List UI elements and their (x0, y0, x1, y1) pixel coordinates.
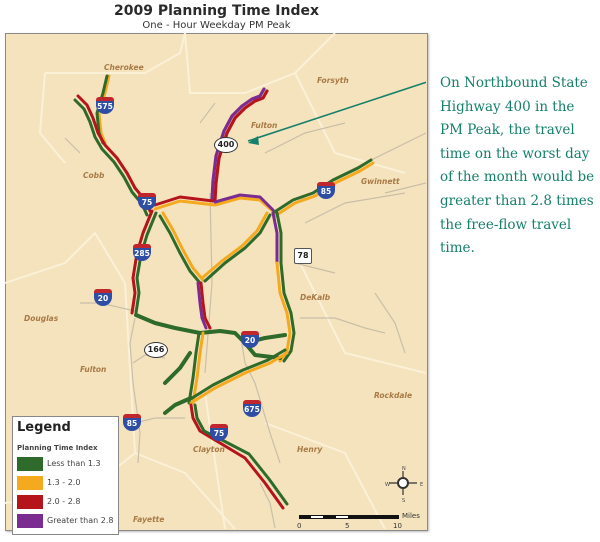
legend: Legend Planning Time Index Less than 1.3… (12, 416, 119, 535)
county-label: Cherokee (104, 63, 144, 72)
interstate-shield-icon: 575 (96, 97, 114, 114)
legend-label: Greater than 2.8 (47, 516, 114, 525)
scale-tick-label: 5 (345, 522, 350, 530)
compass-north: N (402, 466, 406, 472)
scale-bar (299, 515, 399, 519)
compass-west: W (385, 482, 390, 488)
map-title: 2009 Planning Time Index (114, 3, 319, 19)
callout-arrow (247, 81, 426, 145)
i75-henry-red (189, 403, 285, 510)
county-label: DeKalb (300, 293, 331, 302)
i285-east-purple (271, 211, 279, 265)
interstate-shield-icon: 75 (138, 193, 156, 210)
scale-tick-label: 0 (297, 522, 302, 530)
county-label: Clayton (193, 445, 225, 454)
interstate-shield-icon: 85 (123, 414, 141, 431)
interstate-shield-icon: 75 (210, 424, 228, 441)
i75-downtown-yellow (161, 211, 205, 282)
legend-swatch (17, 476, 43, 490)
county-label: Cobb (83, 171, 105, 180)
interstate-shield-icon: 85 (317, 182, 335, 199)
interstate-shield-icon: 285 (133, 244, 151, 261)
diag-east-green (187, 348, 287, 402)
branch-sw-2 (163, 396, 193, 415)
i75-north-green (73, 98, 149, 217)
state-route-shield-icon: 166 (144, 342, 168, 358)
county-label: Douglas (24, 314, 59, 323)
county-label: Fulton (80, 365, 107, 374)
legend-subtitle: Planning Time Index (17, 444, 98, 452)
branch-sw-1 (163, 351, 192, 385)
county-label: Fayette (133, 515, 165, 524)
legend-label: 1.3 - 2.0 (47, 478, 81, 487)
legend-label: Less than 1.3 (47, 459, 101, 468)
county-label: Fulton (251, 121, 278, 130)
interstate-shield-icon: 675 (243, 400, 261, 417)
legend-title: Legend (17, 420, 71, 435)
minor-roads (64, 102, 426, 529)
county-label: Henry (297, 445, 323, 454)
legend-item: 2.0 - 2.8 (17, 495, 117, 509)
us-route-shield-icon: 78 (294, 248, 312, 264)
legend-label: 2.0 - 2.8 (47, 497, 81, 506)
interstate-shield-icon: 20 (94, 289, 112, 306)
compass-south: S (402, 498, 406, 504)
interstate-shield-icon: 20 (241, 331, 259, 348)
legend-swatch (17, 457, 43, 471)
callout-text: On Northbound State Highway 400 in the P… (440, 75, 595, 257)
county-label: Forsyth (317, 76, 349, 85)
legend-swatch (17, 514, 43, 528)
legend-swatch (17, 495, 43, 509)
scale-tick-label: 10 (393, 522, 402, 530)
scale-unit-label: Miles (402, 512, 420, 520)
state-route-shield-icon: 400 (214, 137, 238, 153)
county-label: Rockdale (374, 391, 413, 400)
legend-item: Less than 1.3 (17, 457, 117, 471)
compass-east: E (420, 482, 424, 488)
map-subtitle: One - Hour Weekday PM Peak (142, 20, 291, 31)
compass-rose-icon (389, 471, 417, 495)
i75-downtown-green (158, 214, 202, 285)
county-label: Gwinnett (361, 177, 400, 186)
legend-item: Greater than 2.8 (17, 514, 117, 528)
legend-item: 1.3 - 2.0 (17, 476, 117, 490)
